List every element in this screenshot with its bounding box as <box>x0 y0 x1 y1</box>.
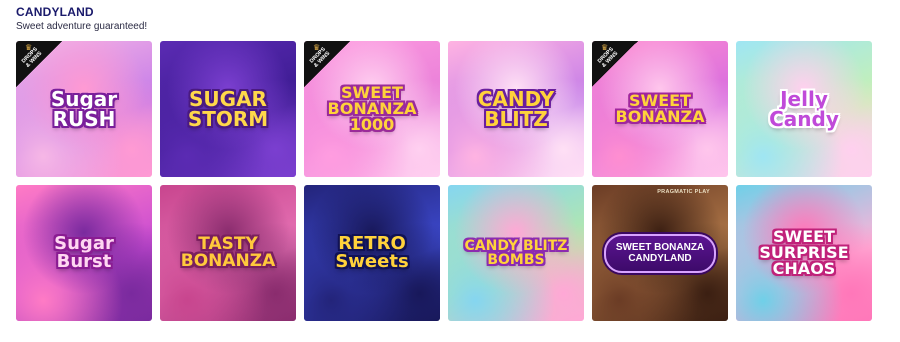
game-tile-sugar-storm[interactable]: SUGAR STORM <box>160 41 296 177</box>
game-title: Jelly Candy <box>769 87 839 131</box>
game-tile-sweet-bonanza[interactable]: ♛ DROPS & WINS SWEET BONANZA <box>592 41 728 177</box>
drops-and-wins-badge: ♛ DROPS & WINS <box>16 41 62 87</box>
drops-and-wins-badge: ♛ DROPS & WINS <box>592 41 638 87</box>
game-title: Sugar Burst <box>54 233 114 272</box>
section-title: CANDYLAND <box>16 5 94 19</box>
game-tile-retro-sweets[interactable]: RETRO Sweets <box>304 185 440 321</box>
game-title: SUGAR STORM <box>187 87 269 131</box>
game-tile-candy-blitz-bombs[interactable]: CANDY BLITZ BOMBS <box>448 185 584 321</box>
game-title: TASTY BONANZA <box>180 234 276 271</box>
games-grid: ♛ DROPS & WINS Sugar RUSH SUGAR STORM ♛ … <box>16 41 872 321</box>
game-tile-sweet-bonanza-1000[interactable]: ♛ DROPS & WINS SWEET BONANZA 1000 <box>304 41 440 177</box>
game-title: SWEET BONANZA 1000 <box>327 83 417 134</box>
game-tile-sugar-rush[interactable]: ♛ DROPS & WINS Sugar RUSH <box>16 41 152 177</box>
game-tile-tasty-bonanza[interactable]: TASTY BONANZA <box>160 185 296 321</box>
game-tile-sugar-burst[interactable]: Sugar Burst <box>16 185 152 321</box>
section-subtitle: Sweet adventure guaranteed! <box>16 21 148 32</box>
game-title: RETRO Sweets <box>335 233 409 272</box>
game-tile-sweet-surprise-chaos[interactable]: SWEET SURPRISE CHAOS <box>736 185 872 321</box>
badge-label: DROPS & WINS <box>20 46 44 69</box>
game-title: SWEET BONANZA <box>615 91 705 126</box>
candyland-section: CANDYLAND Sweet adventure guaranteed! ♛ … <box>0 0 900 342</box>
badge-label: DROPS & WINS <box>308 46 332 69</box>
game-tile-candy-blitz[interactable]: CANDY BLITZ <box>448 41 584 177</box>
drops-and-wins-badge: ♛ DROPS & WINS <box>304 41 350 87</box>
badge-label: DROPS & WINS <box>596 46 620 69</box>
game-title: Sugar RUSH <box>50 87 118 131</box>
game-title: CANDY BLITZ <box>477 87 555 131</box>
game-title: SWEET SURPRISE CHAOS <box>759 227 849 278</box>
game-tile-jelly-candy[interactable]: Jelly Candy <box>736 41 872 177</box>
game-title-plaque: SWEET BONANZA CANDYLAND <box>603 233 717 273</box>
game-tile-sweet-bonanza-candyland[interactable]: PRAGMATIC PLAY SWEET BONANZA CANDYLAND <box>592 185 728 321</box>
provider-label: PRAGMATIC PLAY <box>657 189 710 195</box>
game-title: CANDY BLITZ BOMBS <box>464 238 568 268</box>
